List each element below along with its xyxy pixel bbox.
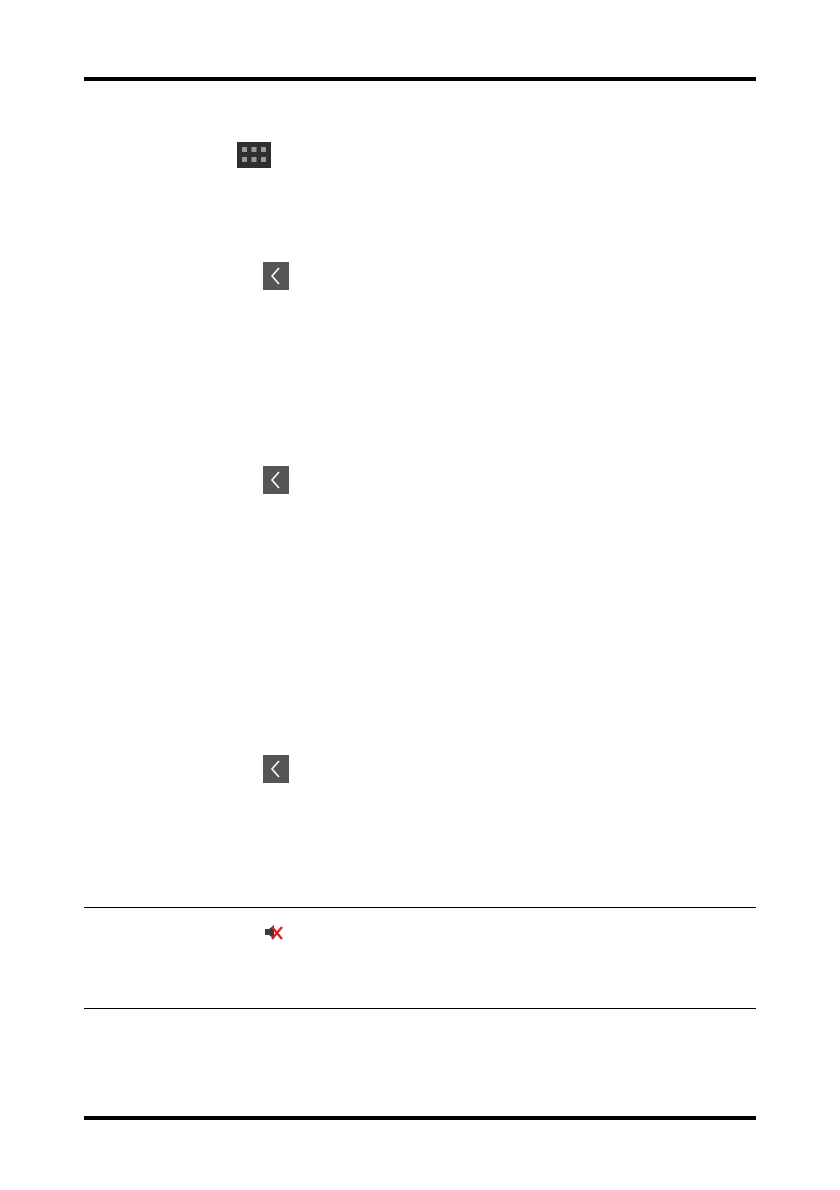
note-bottom-rule (84, 1008, 756, 1009)
note-top-rule (84, 907, 756, 908)
back-chevron-icon (263, 466, 289, 494)
header-rule (84, 77, 756, 81)
alarm-audio-off-icon (262, 921, 284, 943)
back-chevron-icon (263, 755, 289, 783)
grid-menu-icon (237, 142, 271, 168)
footer-rule (84, 1116, 756, 1120)
back-chevron-icon (263, 262, 289, 290)
